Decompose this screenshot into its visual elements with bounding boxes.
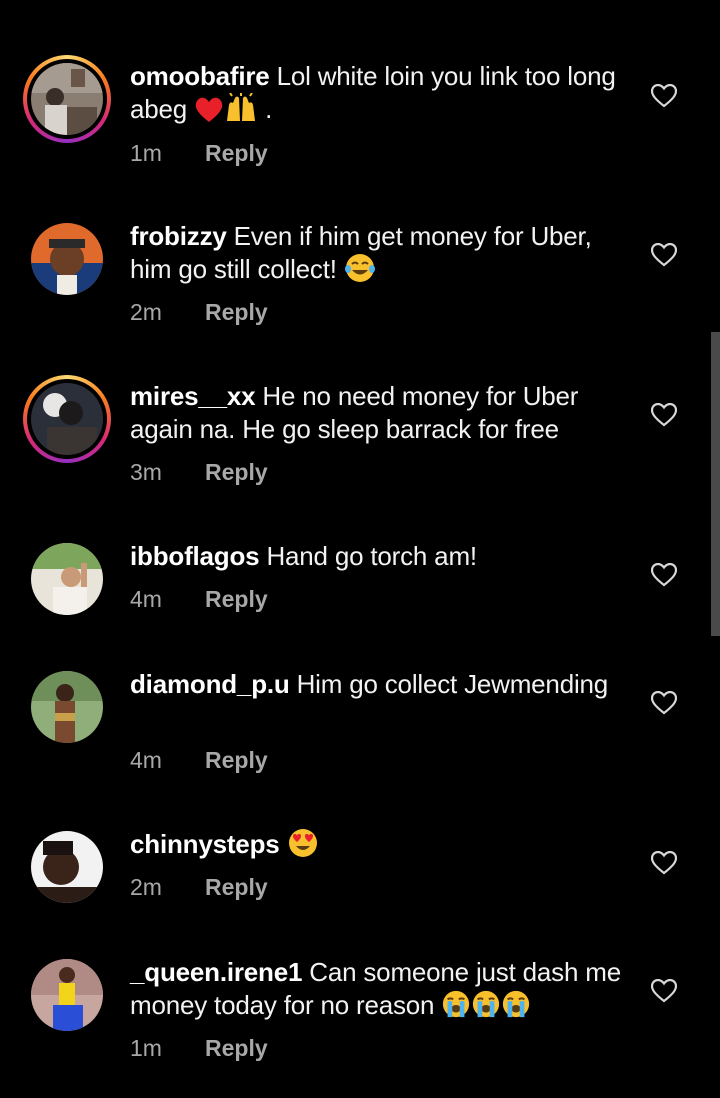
loudly-crying-emoji <box>441 989 471 1027</box>
avatar[interactable] <box>23 55 111 143</box>
comment-username[interactable]: _queen.irene1 <box>130 957 302 987</box>
heart-outline-icon[interactable] <box>651 563 677 587</box>
comment-text: diamond_p.u Him go collect Jewmending <box>130 668 630 701</box>
tears-of-joy-emoji <box>344 253 376 291</box>
reply-button[interactable]: Reply <box>205 140 268 166</box>
avatar[interactable] <box>23 951 111 1039</box>
avatar-image <box>31 959 103 1031</box>
comment-time: 4m <box>130 586 162 612</box>
loudly-crying-emoji <box>471 989 501 1027</box>
comment-meta: 1m Reply <box>130 1033 268 1063</box>
story-ring <box>23 375 111 463</box>
comment-text: frobizzy Even if him get money for Uber, … <box>130 220 630 291</box>
comment-username[interactable]: omoobafire <box>130 61 270 91</box>
comment-text: _queen.irene1 Can someone just dash me mo… <box>130 956 630 1027</box>
comment-username[interactable]: diamond_p.u <box>130 669 290 699</box>
avatar[interactable] <box>23 375 111 463</box>
heart-outline-icon[interactable] <box>651 243 677 267</box>
reply-button[interactable]: Reply <box>205 874 268 900</box>
avatar-image <box>31 671 103 743</box>
reply-button[interactable]: Reply <box>205 299 268 325</box>
reply-button[interactable]: Reply <box>205 1035 268 1061</box>
comment-body: Him go collect Jewmending <box>296 669 609 699</box>
avatar-image <box>31 63 103 135</box>
comment-username[interactable]: ibboflagos <box>130 541 260 571</box>
avatar-image <box>31 543 103 615</box>
comment-text: chinnysteps <box>130 828 630 866</box>
comment-meta: 1m Reply <box>130 138 268 168</box>
reply-button[interactable]: Reply <box>205 459 268 485</box>
avatar[interactable] <box>23 663 111 751</box>
comment-username[interactable]: frobizzy <box>130 221 227 251</box>
comment-time: 4m <box>130 747 162 773</box>
story-ring <box>23 55 111 143</box>
reply-button[interactable]: Reply <box>205 586 268 612</box>
comment-text: ibboflagos Hand go torch am! <box>130 540 630 573</box>
heart-outline-icon[interactable] <box>651 979 677 1003</box>
comment-time: 3m <box>130 459 162 485</box>
heart-outline-icon[interactable] <box>651 851 677 875</box>
comment-text: mires__xx He no need money for Uber again… <box>130 380 630 446</box>
avatar-image <box>31 383 103 455</box>
avatar[interactable] <box>23 215 111 303</box>
avatar[interactable] <box>23 823 111 911</box>
comment-meta: 3m Reply <box>130 457 268 487</box>
heart-outline-icon[interactable] <box>651 84 677 108</box>
avatar[interactable] <box>23 535 111 623</box>
loudly-crying-emoji <box>501 989 531 1027</box>
comment-meta: 2m Reply <box>130 872 268 902</box>
scrollbar[interactable] <box>711 332 720 636</box>
avatar-image <box>31 223 103 295</box>
comment-username[interactable]: chinnysteps <box>130 829 280 859</box>
comment-meta: 2m Reply <box>130 297 268 327</box>
comment-time: 1m <box>130 1035 162 1061</box>
comment-time: 2m <box>130 299 162 325</box>
comment-body: Hand go torch am! <box>266 541 477 571</box>
heart-outline-icon[interactable] <box>651 403 677 427</box>
heart-eyes-emoji <box>287 828 319 866</box>
reply-button[interactable]: Reply <box>205 747 268 773</box>
comment-time: 2m <box>130 874 162 900</box>
red-heart-emoji <box>194 96 224 131</box>
comment-time: 1m <box>130 140 162 166</box>
comment-trailing: . <box>265 94 273 124</box>
comment-meta: 4m Reply <box>130 584 268 614</box>
comment-username[interactable]: mires__xx <box>130 381 256 411</box>
heart-outline-icon[interactable] <box>651 691 677 715</box>
comment-text: omoobafire Lol white loin you link too lo… <box>130 60 630 131</box>
avatar-image <box>31 831 103 903</box>
raising-hands-emoji <box>224 92 258 131</box>
comment-meta: 4m Reply <box>130 745 268 775</box>
